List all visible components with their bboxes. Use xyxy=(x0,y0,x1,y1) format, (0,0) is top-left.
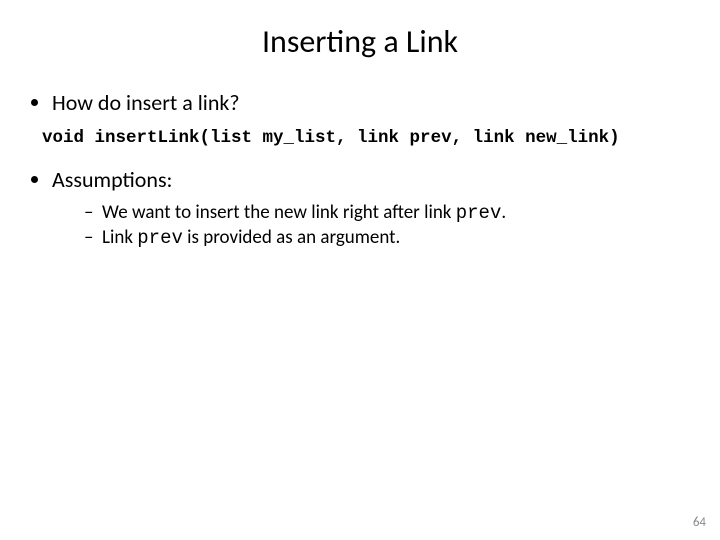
sub-bullet-2: Link prev is provided as an argument. xyxy=(84,226,692,249)
slide: Inserting a Link How do insert a link? v… xyxy=(0,0,720,540)
sub2-code: prev xyxy=(137,227,183,249)
sub1-code: prev xyxy=(456,202,502,224)
bullet-question: How do insert a link? xyxy=(52,89,692,116)
bullet-list-level1: How do insert a link? xyxy=(52,89,692,116)
bullet-list-level1-continued: Assumptions: We want to insert the new l… xyxy=(52,166,692,249)
bullet-assumptions: Assumptions: We want to insert the new l… xyxy=(52,166,692,249)
sub-bullet-1: We want to insert the new link right aft… xyxy=(84,201,692,224)
sub1-post: . xyxy=(501,201,506,224)
page-number: 64 xyxy=(693,515,706,530)
sub2-pre: Link xyxy=(102,226,137,249)
sub1-pre: We want to insert the new link right aft… xyxy=(102,201,456,224)
sub2-post: is provided as an argument. xyxy=(183,226,400,249)
code-signature: void insertLink(list my_list, link prev,… xyxy=(42,128,692,148)
assumptions-label: Assumptions: xyxy=(52,166,172,193)
bullet-list-level2: We want to insert the new link right aft… xyxy=(84,201,692,249)
slide-title: Inserting a Link xyxy=(28,22,692,61)
